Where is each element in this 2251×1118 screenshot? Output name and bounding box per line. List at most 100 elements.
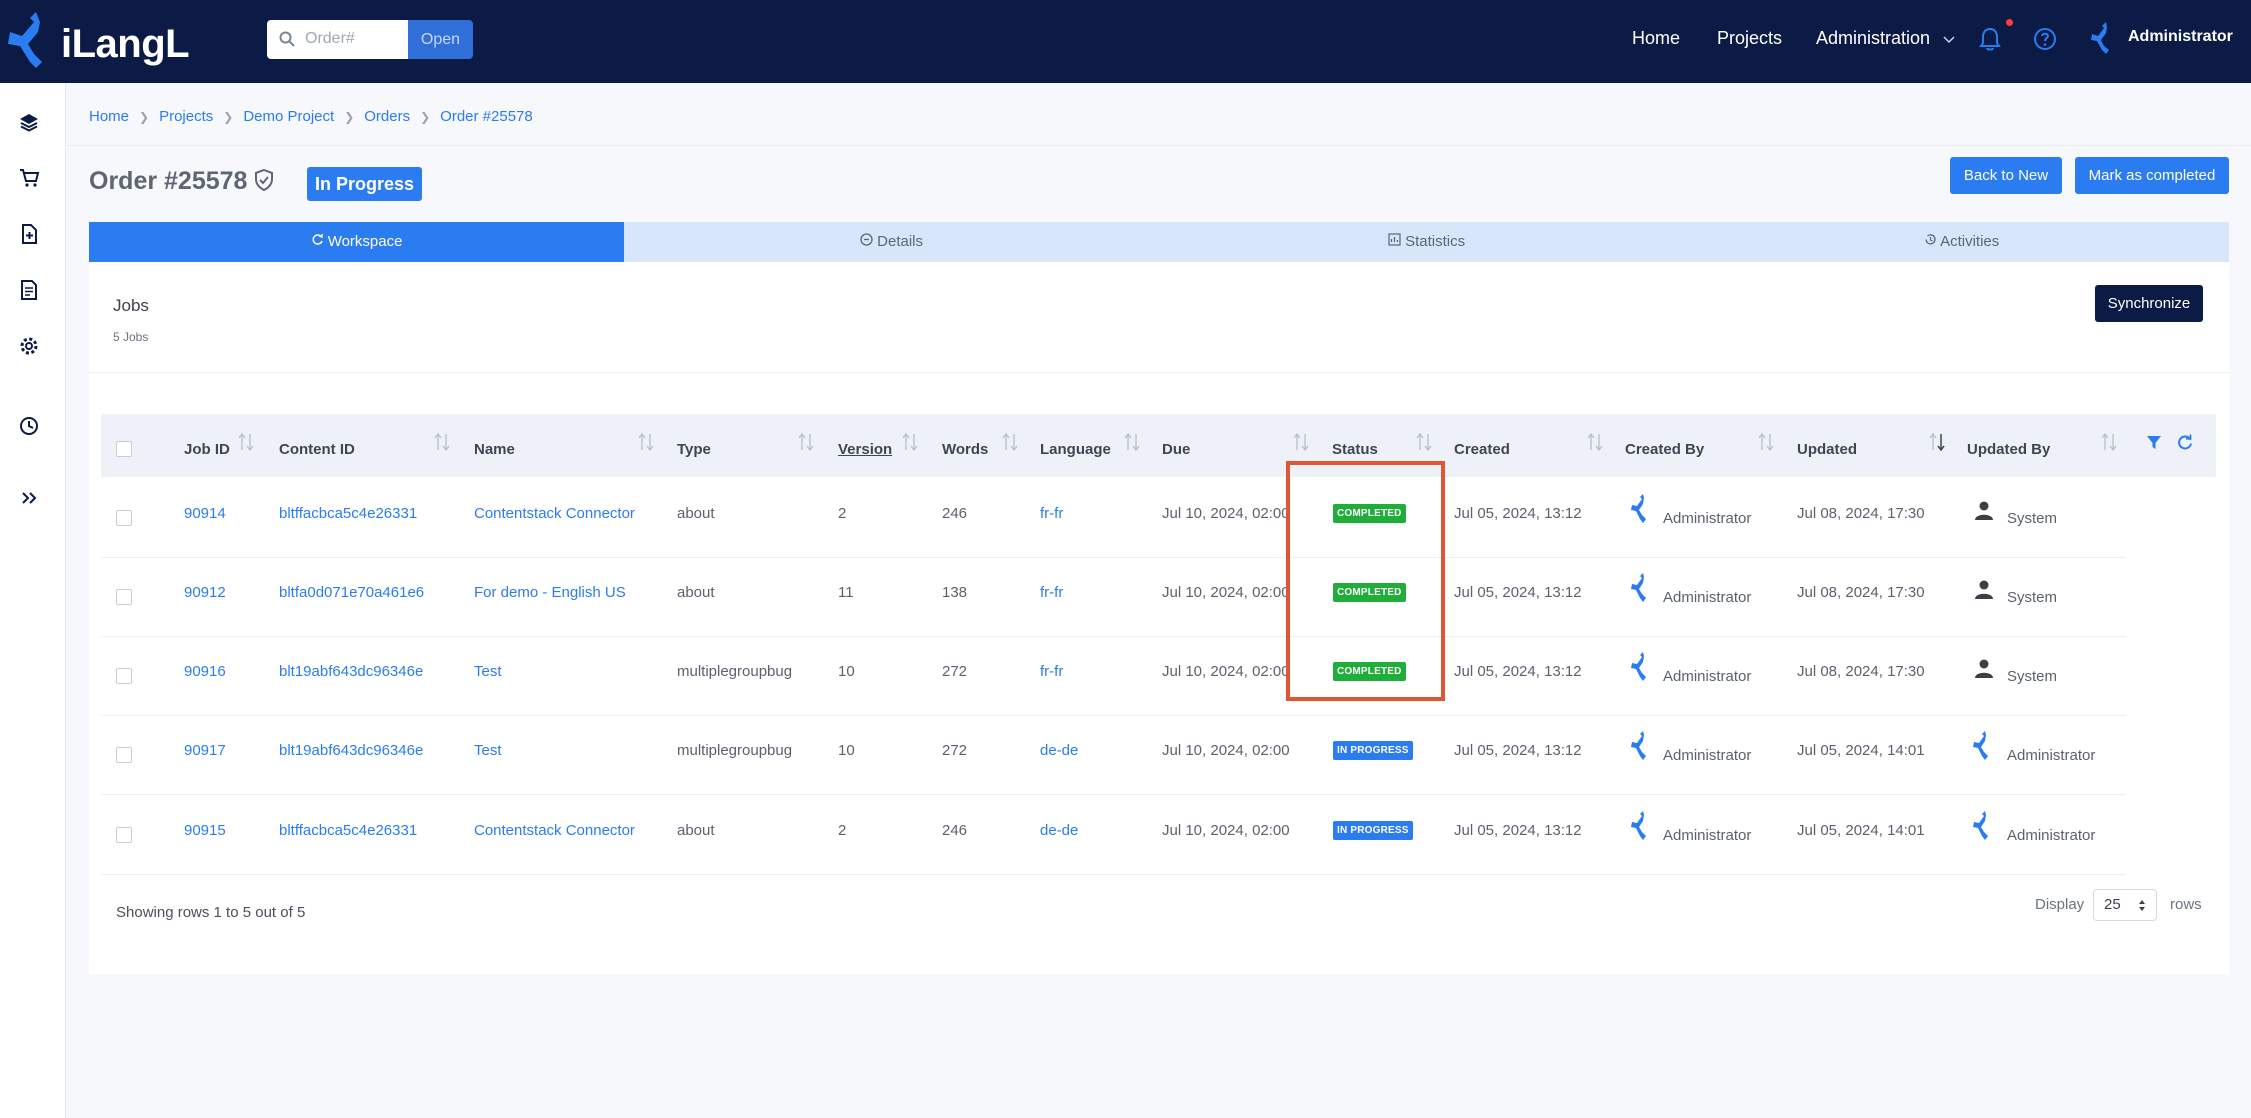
tab-activities[interactable]: Activities: [1694, 222, 2229, 262]
breadcrumb-demo-project[interactable]: Demo Project: [243, 108, 334, 125]
job-language-link[interactable]: fr-fr: [1040, 663, 1063, 680]
nav-projects[interactable]: Projects: [1717, 28, 1782, 49]
col-due[interactable]: Due: [1162, 441, 1190, 458]
job-name-link[interactable]: Test: [474, 742, 502, 759]
bell-icon[interactable]: [1979, 27, 2001, 51]
synchronize-button[interactable]: Synchronize: [2095, 285, 2203, 322]
tab-workspace[interactable]: Workspace: [89, 222, 624, 262]
nav-home[interactable]: Home: [1632, 28, 1680, 49]
sort-icon[interactable]: [1293, 432, 1309, 452]
jobs-count: 5 Jobs: [113, 330, 149, 344]
cart-icon[interactable]: [18, 167, 40, 189]
sort-desc-icon[interactable]: [1929, 432, 1945, 452]
sort-icon[interactable]: [638, 432, 654, 452]
filter-icon[interactable]: [2146, 434, 2162, 450]
job-id-link[interactable]: 90914: [184, 505, 226, 522]
help-icon[interactable]: [2033, 27, 2057, 51]
open-order-button[interactable]: Open: [408, 20, 473, 59]
sort-icon[interactable]: [798, 432, 814, 452]
chart-icon: [1388, 233, 1401, 246]
sort-icon[interactable]: [1124, 432, 1140, 452]
job-created: Jul 05, 2024, 13:12: [1454, 584, 1582, 601]
tab-statistics[interactable]: Statistics: [1159, 222, 1694, 262]
nav-administration[interactable]: Administration: [1816, 28, 1955, 49]
job-language-link[interactable]: fr-fr: [1040, 584, 1063, 601]
refresh-icon: [312, 234, 323, 245]
col-name[interactable]: Name: [474, 441, 515, 458]
sort-icon[interactable]: [1758, 432, 1774, 452]
breadcrumb-home[interactable]: Home: [89, 108, 129, 125]
row-checkbox[interactable]: [116, 747, 132, 763]
file-add-icon[interactable]: [18, 223, 40, 245]
col-words[interactable]: Words: [942, 441, 988, 458]
job-type: about: [677, 584, 715, 601]
content-id-link[interactable]: blt19abf643dc96346e: [279, 742, 423, 759]
sort-icon[interactable]: [1002, 432, 1018, 452]
col-version[interactable]: Version: [838, 441, 892, 458]
sort-icon[interactable]: [1587, 432, 1603, 452]
job-id-link[interactable]: 90917: [184, 742, 226, 759]
order-status-badge: In Progress: [307, 167, 423, 201]
row-divider: [101, 794, 2126, 795]
ilangl-logo[interactable]: iLangL: [6, 8, 190, 72]
job-id-link[interactable]: 90916: [184, 663, 226, 680]
tab-details[interactable]: Details: [624, 222, 1159, 262]
col-status[interactable]: Status: [1332, 441, 1378, 458]
back-to-new-button[interactable]: Back to New: [1950, 157, 2062, 194]
order-search-input[interactable]: [305, 28, 401, 50]
layers-icon[interactable]: [18, 111, 40, 133]
row-checkbox[interactable]: [116, 827, 132, 843]
breadcrumb-projects[interactable]: Projects: [159, 108, 213, 125]
select-all-checkbox[interactable]: [116, 441, 132, 457]
sort-icon[interactable]: [434, 432, 450, 452]
job-language-link[interactable]: fr-fr: [1040, 505, 1063, 522]
user-name[interactable]: Administrator: [2128, 28, 2233, 46]
sort-icon[interactable]: [902, 432, 918, 452]
col-content-id[interactable]: Content ID: [279, 441, 355, 458]
col-updated[interactable]: Updated: [1797, 441, 1857, 458]
content-id-link[interactable]: blt19abf643dc96346e: [279, 663, 423, 680]
job-type: about: [677, 822, 715, 839]
col-language[interactable]: Language: [1040, 441, 1111, 458]
job-name-link[interactable]: Contentstack Connector: [474, 822, 635, 839]
panel-divider: [89, 372, 2229, 373]
job-name-link[interactable]: Contentstack Connector: [474, 505, 635, 522]
content-id-link[interactable]: bltfa0d071e70a461e6: [279, 584, 424, 601]
documents-icon[interactable]: [18, 279, 40, 301]
refresh-icon[interactable]: [2177, 434, 2193, 450]
sort-icon[interactable]: [1416, 432, 1432, 452]
col-job-id[interactable]: Job ID: [184, 441, 230, 458]
administrator-avatar-icon: [1630, 572, 1652, 611]
page-size-select[interactable]: 25: [2093, 889, 2157, 921]
col-created[interactable]: Created: [1454, 441, 1510, 458]
breadcrumb-order[interactable]: Order #25578: [440, 108, 533, 125]
row-checkbox[interactable]: [116, 510, 132, 526]
status-highlight-box: [1286, 461, 1445, 701]
col-updated-by[interactable]: Updated By: [1967, 441, 2050, 458]
job-words: 272: [942, 663, 968, 680]
col-created-by[interactable]: Created By: [1625, 441, 1704, 458]
chevron-down-icon: [1943, 36, 1955, 44]
job-id-link[interactable]: 90915: [184, 822, 226, 839]
job-id-link[interactable]: 90912: [184, 584, 226, 601]
mark-as-completed-button[interactable]: Mark as completed: [2075, 157, 2229, 194]
job-language-link[interactable]: de-de: [1040, 822, 1078, 839]
sort-icon[interactable]: [238, 432, 254, 452]
job-language-link[interactable]: de-de: [1040, 742, 1078, 759]
expand-icon[interactable]: [18, 487, 40, 509]
content-id-link[interactable]: bltffacbca5c4e26331: [279, 505, 417, 522]
row-checkbox[interactable]: [116, 589, 132, 605]
job-name-link[interactable]: Test: [474, 663, 502, 680]
col-type[interactable]: Type: [677, 441, 711, 458]
row-checkbox[interactable]: [116, 668, 132, 684]
job-name-link[interactable]: For demo - English US: [474, 584, 626, 601]
user-avatar-icon[interactable]: [2090, 20, 2116, 56]
sort-icon[interactable]: [2101, 432, 2117, 452]
clock-icon[interactable]: [18, 415, 40, 437]
content-id-link[interactable]: bltffacbca5c4e26331: [279, 822, 417, 839]
job-version: 10: [838, 742, 855, 759]
job-updated: Jul 05, 2024, 14:01: [1797, 822, 1925, 839]
breadcrumb-orders[interactable]: Orders: [364, 108, 410, 125]
gear-icon[interactable]: [18, 335, 40, 357]
tab-workspace-label: Workspace: [327, 233, 403, 250]
